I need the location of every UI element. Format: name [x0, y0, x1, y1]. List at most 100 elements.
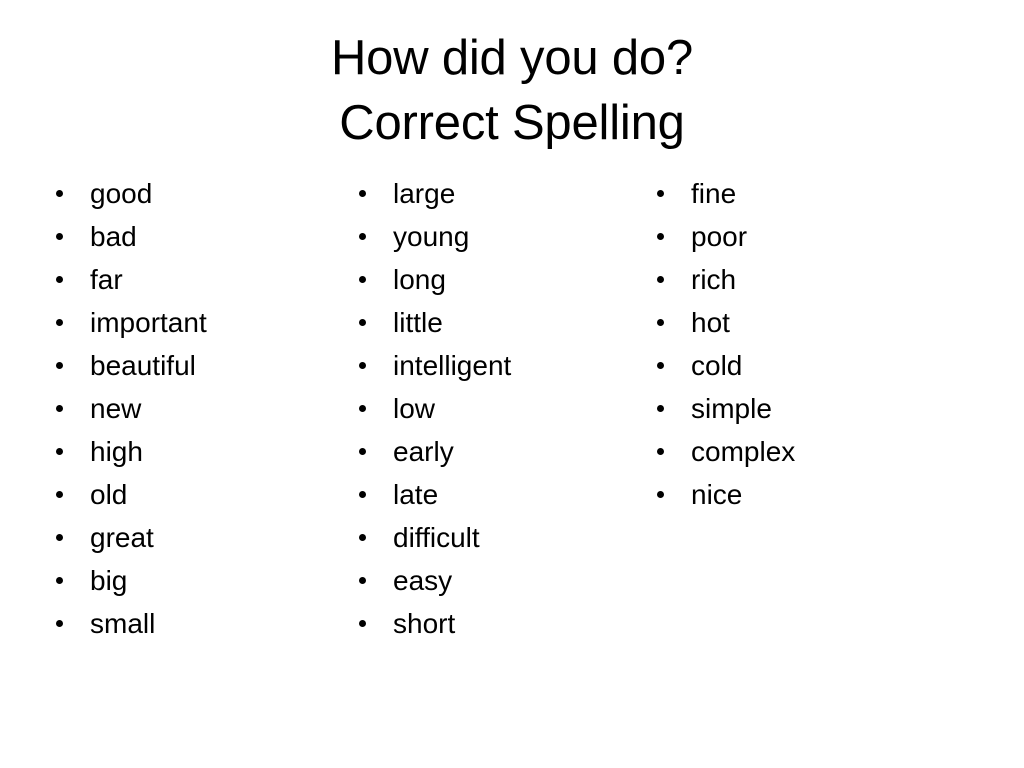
- bullet-dot-icon: [359, 533, 366, 541]
- bullet-dot-icon: [359, 619, 366, 627]
- list-item: cold: [645, 344, 945, 387]
- bullet-dot-icon: [359, 232, 366, 240]
- list-item: difficult: [347, 516, 637, 559]
- list-item: poor: [645, 215, 945, 258]
- list-item: bad: [44, 215, 334, 258]
- list-item: intelligent: [347, 344, 637, 387]
- word-column-3: fine poor rich hot cold simple complex nice: [645, 172, 945, 516]
- list-item: small: [44, 602, 334, 645]
- bullet-dot-icon: [56, 619, 63, 627]
- list-item-label: hot: [691, 307, 730, 338]
- list-item-label: low: [393, 393, 436, 424]
- bullet-dot-icon: [56, 404, 63, 412]
- list-item: late: [347, 473, 637, 516]
- list-item: new: [44, 387, 334, 430]
- list-item-label: big: [90, 565, 128, 596]
- bullet-dot-icon: [657, 275, 664, 283]
- bullet-dot-icon: [359, 275, 366, 283]
- list-item-label: long: [393, 264, 446, 295]
- list-item-label: young: [393, 221, 470, 252]
- list-item-label: important: [90, 307, 207, 338]
- list-item: great: [44, 516, 334, 559]
- list-item: important: [44, 301, 334, 344]
- list-item-label: good: [90, 178, 153, 209]
- list-item-label: new: [90, 393, 142, 424]
- bullet-dot-icon: [359, 490, 366, 498]
- list-item-label: large: [393, 178, 456, 209]
- list-item: old: [44, 473, 334, 516]
- bullet-dot-icon: [359, 318, 366, 326]
- slide-title: How did you do? Correct Spelling: [0, 26, 1024, 156]
- list-item-label: high: [90, 436, 143, 467]
- word-column-2: large young long little intelligent low early l…: [347, 172, 637, 645]
- list-item: far: [44, 258, 334, 301]
- bullet-dot-icon: [56, 275, 63, 283]
- slide-canvas: How did you do? Correct Spelling good bad…: [0, 0, 1024, 768]
- list-item-label: complex: [691, 436, 796, 467]
- list-item: big: [44, 559, 334, 602]
- word-columns: good bad far important beautiful new high old gr…: [0, 172, 1024, 662]
- bullet-dot-icon: [56, 576, 63, 584]
- list-item-label: late: [393, 479, 439, 510]
- list-item: good: [44, 172, 334, 215]
- bullet-dot-icon: [56, 533, 63, 541]
- list-item-label: great: [90, 522, 154, 553]
- bullet-dot-icon: [56, 361, 63, 369]
- list-item: early: [347, 430, 637, 473]
- list-item-label: bad: [90, 221, 137, 252]
- bullet-dot-icon: [359, 404, 366, 412]
- list-item: large: [347, 172, 637, 215]
- list-item: simple: [645, 387, 945, 430]
- bullet-dot-icon: [657, 361, 664, 369]
- bullet-dot-icon: [56, 318, 63, 326]
- list-item-label: early: [393, 436, 454, 467]
- list-item-label: simple: [691, 393, 772, 424]
- page-title-line-1: How did you do?: [330, 31, 693, 85]
- list-item: complex: [645, 430, 945, 473]
- list-item-label: easy: [393, 565, 453, 596]
- list-item: little: [347, 301, 637, 344]
- list-item: easy: [347, 559, 637, 602]
- bullet-dot-icon: [359, 576, 366, 584]
- list-item: high: [44, 430, 334, 473]
- bullet-dot-icon: [657, 232, 664, 240]
- bullet-dot-icon: [657, 490, 664, 498]
- bullet-dot-icon: [56, 490, 63, 498]
- list-item-label: short: [393, 608, 456, 639]
- bullet-dot-icon: [657, 404, 664, 412]
- list-item-label: far: [90, 264, 123, 295]
- list-item: nice: [645, 473, 945, 516]
- list-item: rich: [645, 258, 945, 301]
- word-list-2: large young long little intelligent low early l…: [347, 172, 637, 645]
- list-item-label: nice: [691, 479, 743, 510]
- list-item-label: difficult: [393, 522, 480, 553]
- list-item: long: [347, 258, 637, 301]
- bullet-dot-icon: [657, 318, 664, 326]
- list-item-label: beautiful: [90, 350, 196, 381]
- list-item: short: [347, 602, 637, 645]
- bullet-dot-icon: [359, 361, 366, 369]
- word-column-1: good bad far important beautiful new high old gr…: [44, 172, 334, 645]
- list-item-label: intelligent: [393, 350, 512, 381]
- list-item: beautiful: [44, 344, 334, 387]
- list-item-label: poor: [691, 221, 748, 252]
- list-item-label: fine: [691, 178, 737, 209]
- list-item: young: [347, 215, 637, 258]
- page-title-line-2: Correct Spelling: [339, 96, 685, 150]
- bullet-dot-icon: [657, 447, 664, 455]
- bullet-dot-icon: [359, 447, 366, 455]
- word-list-1: good bad far important beautiful new high old gr…: [44, 172, 334, 645]
- list-item: fine: [645, 172, 945, 215]
- bullet-dot-icon: [657, 189, 664, 197]
- bullet-dot-icon: [56, 447, 63, 455]
- list-item-label: rich: [691, 264, 737, 295]
- list-item-label: old: [90, 479, 128, 510]
- bullet-dot-icon: [56, 189, 63, 197]
- list-item: low: [347, 387, 637, 430]
- list-item-label: cold: [691, 350, 743, 381]
- bullet-dot-icon: [359, 189, 366, 197]
- list-item-label: small: [90, 608, 156, 639]
- list-item-label: little: [393, 307, 443, 338]
- list-item: hot: [645, 301, 945, 344]
- bullet-dot-icon: [56, 232, 63, 240]
